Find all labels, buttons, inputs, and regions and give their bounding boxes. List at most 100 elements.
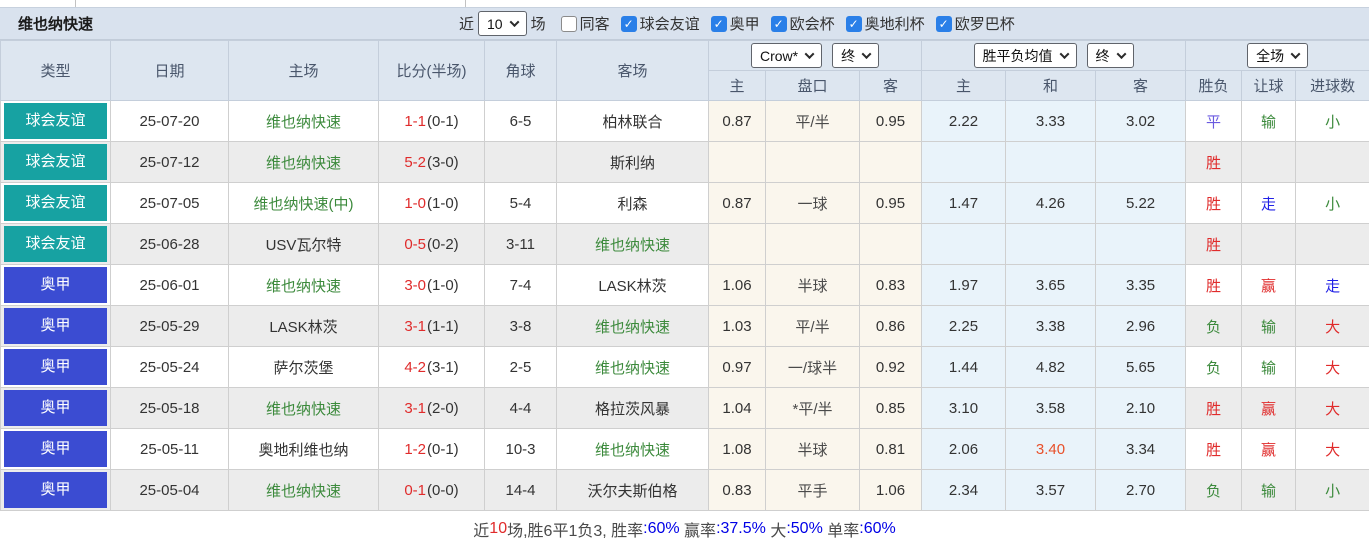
page-title: 维也纳快速: [18, 16, 94, 33]
checkbox-checked-icon[interactable]: ✓: [620, 15, 637, 32]
sub-header-avg-home: 主: [921, 70, 1007, 101]
summary-segment: :50%: [786, 520, 823, 537]
checkbox-unchecked-icon[interactable]: [560, 15, 577, 32]
competition-badge: 奥甲: [4, 349, 107, 385]
away-team-link[interactable]: 斯利纳: [610, 155, 655, 172]
home-team-link[interactable]: LASK林茨: [269, 319, 337, 336]
score-cell: 1-1(0-1): [378, 100, 485, 142]
filter-checkbox-group[interactable]: 同客: [560, 13, 610, 34]
date-cell: 25-06-01: [110, 264, 229, 306]
odds-company-select[interactable]: Crow*: [750, 43, 823, 68]
matches-label: 场: [530, 16, 546, 33]
checkbox-checked-icon[interactable]: ✓: [710, 15, 727, 32]
match-row: 奥甲 25-05-24 萨尔茨堡 4-2(3-1) 2-5 维也纳快速 0.97 一/球半 0.…: [0, 346, 1369, 388]
checkbox-checked-icon[interactable]: ✓: [935, 15, 952, 32]
match-row: 奥甲 25-05-11 奥地利维也纳 1-2(0-1) 10-3 维也纳快速 1.08 半球 0…: [0, 428, 1369, 470]
filter-checkbox-label[interactable]: 同客: [580, 13, 610, 34]
league-filter-checkboxes: 同客 ✓ 球会友谊 ✓ 奥甲 ✓ 欧会杯 ✓ 奥地利杯 ✓ 欧罗巴杯: [550, 13, 1015, 34]
filter-checkbox-group[interactable]: ✓ 奥地利杯: [845, 13, 925, 34]
summary-segment: 近: [473, 523, 490, 540]
handicap-away-odds-cell: [858, 141, 923, 183]
filter-checkbox-label[interactable]: 球会友谊: [640, 13, 700, 34]
home-team-link[interactable]: 萨尔茨堡: [273, 360, 333, 377]
summary-segment: :37.5%: [716, 520, 766, 537]
goals-result-cell: 大: [1295, 346, 1369, 388]
filter-checkbox-label[interactable]: 奥甲: [730, 13, 760, 34]
avg-away-odds-cell: 3.34: [1095, 428, 1187, 470]
result-cell-text: 胜: [1206, 441, 1222, 459]
avg-home-odds-cell: 3.10: [921, 387, 1007, 429]
away-team-cell: 利森: [556, 182, 709, 224]
away-team-link[interactable]: 柏林联合: [602, 114, 662, 131]
home-team-link[interactable]: 维也纳快速: [266, 278, 341, 295]
filter-checkbox-group[interactable]: ✓ 奥甲: [710, 13, 760, 34]
filter-checkbox-label[interactable]: 欧罗巴杯: [955, 13, 1015, 34]
filter-checkbox-label[interactable]: 欧会杯: [790, 13, 835, 34]
chevron-down-icon: [1059, 49, 1069, 60]
match-history-panel: 维也纳快速 近 10 场 同客 ✓ 球会友谊 ✓ 奥甲 ✓ 欧会杯 ✓ 奥地利杯 ✓ 欧罗巴杯 类型…: [0, 0, 1369, 544]
average-type-select[interactable]: 胜平负均值: [973, 43, 1077, 68]
col-header-type: 类型: [0, 40, 111, 101]
handicap-home-odds-cell: 1.03: [708, 305, 766, 347]
filter-checkbox-group[interactable]: ✓ 球会友谊: [620, 13, 700, 34]
home-team-link[interactable]: 维也纳快速: [266, 155, 341, 172]
fulltime-score: 3-1: [404, 317, 426, 335]
away-team-link[interactable]: 维也纳快速: [595, 319, 670, 336]
avg-home-odds-cell: 2.25: [921, 305, 1007, 347]
summary-footer: 近 10 场,胜6平1负3, 胜率:60% 赢率:37.5% 大:50% 单率:60…: [0, 511, 1369, 544]
let-result-cell-text: 赢: [1261, 400, 1277, 418]
home-team-link[interactable]: 维也纳快速: [266, 114, 341, 131]
odds-time-select[interactable]: 终: [832, 43, 880, 68]
handicap-home-odds-cell: 1.04: [708, 387, 766, 429]
away-team-link[interactable]: LASK林茨: [598, 278, 666, 295]
let-result-cell: 赢: [1241, 428, 1297, 470]
home-team-cell: 维也纳快速: [228, 387, 379, 429]
fulltime-score: 3-1: [404, 399, 426, 417]
home-team-link[interactable]: USV瓦尔特: [266, 237, 342, 254]
average-time-select[interactable]: 终: [1086, 43, 1134, 68]
score-cell: 0-5(0-2): [378, 223, 485, 265]
recent-count-select[interactable]: 10: [478, 11, 527, 36]
summary-segment: 大: [765, 523, 787, 540]
avg-draw-odds-cell: 3.33: [1005, 100, 1097, 142]
competition-badge: 球会友谊: [4, 103, 107, 139]
match-row: 球会友谊 25-07-05 维也纳快速(中) 1-0(1-0) 5-4 利森 0.87 一球 0…: [0, 182, 1369, 224]
competition-cell: 奥甲: [0, 387, 111, 429]
avg-draw-odds-cell: 3.38: [1005, 305, 1097, 347]
away-team-link[interactable]: 维也纳快速: [595, 360, 670, 377]
scope-select[interactable]: 全场: [1247, 43, 1309, 68]
away-team-link[interactable]: 利森: [617, 196, 647, 213]
home-team-link[interactable]: 维也纳快速: [266, 401, 341, 418]
away-team-link[interactable]: 格拉茨风暴: [595, 401, 670, 418]
competition-badge: 奥甲: [4, 431, 107, 467]
avg-home-odds-cell: [921, 223, 1007, 265]
away-team-link[interactable]: 沃尔夫斯伯格: [587, 483, 677, 500]
filter-checkbox-label[interactable]: 奥地利杯: [865, 13, 925, 34]
halftime-score: (3-0): [427, 153, 459, 171]
let-result-cell: 输: [1241, 469, 1297, 511]
divider: [75, 0, 76, 7]
avg-away-odds-cell: 3.02: [1095, 100, 1187, 142]
away-team-link[interactable]: 维也纳快速: [595, 442, 670, 459]
match-row: 奥甲 25-05-29 LASK林茨 3-1(1-1) 3-8 维也纳快速 1.03 平/半 0…: [0, 305, 1369, 347]
filter-checkbox-group[interactable]: ✓ 欧罗巴杯: [935, 13, 1015, 34]
home-team-link[interactable]: 维也纳快速(中): [254, 196, 354, 213]
checkbox-checked-icon[interactable]: ✓: [770, 15, 787, 32]
score-cell: 3-0(1-0): [378, 264, 485, 306]
away-team-link[interactable]: 维也纳快速: [595, 237, 670, 254]
checkbox-checked-icon[interactable]: ✓: [845, 15, 862, 32]
avg-away-odds-cell: [1095, 223, 1187, 265]
corner-cell: 7-4: [484, 264, 557, 306]
handicap-away-odds-cell: 0.83: [858, 264, 923, 306]
home-team-link[interactable]: 维也纳快速: [266, 483, 341, 500]
let-result-cell-text: 输: [1261, 359, 1277, 377]
filter-checkbox-group[interactable]: ✓ 欧会杯: [770, 13, 835, 34]
let-result-cell-text: 走: [1261, 195, 1277, 213]
avg-away-odds-cell: [1095, 141, 1187, 183]
handicap-away-odds-cell: 0.95: [858, 100, 923, 142]
handicap-home-odds-cell: 0.83: [708, 469, 766, 511]
home-team-link[interactable]: 奥地利维也纳: [258, 442, 348, 459]
goals-result-cell: [1295, 141, 1369, 183]
match-row: 奥甲 25-06-01 维也纳快速 3-0(1-0) 7-4 LASK林茨 1.06 半球 0.…: [0, 264, 1369, 306]
chevron-down-icon: [804, 49, 815, 60]
